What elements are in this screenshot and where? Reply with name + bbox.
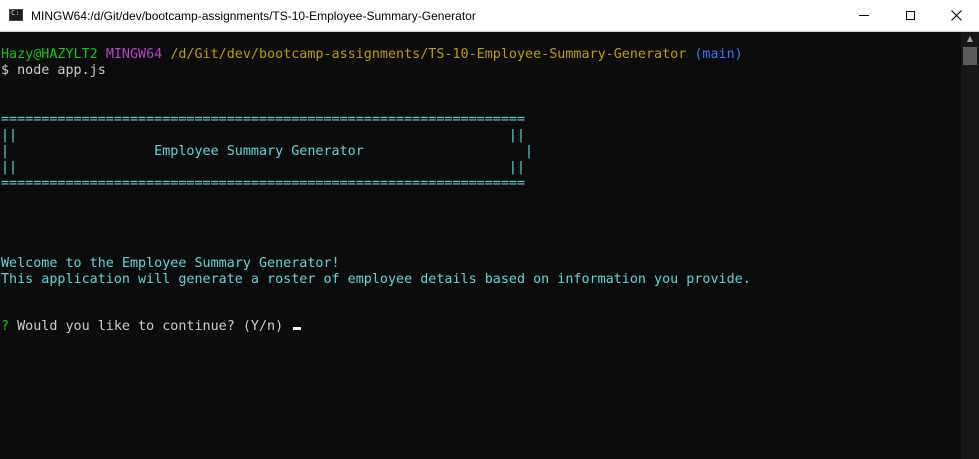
question-hint: (Y/n) <box>242 319 284 334</box>
command-line: $ node app.js <box>1 63 106 78</box>
title-bar: MINGW64:/d/Git/dev/bootcamp-assignments/… <box>0 0 979 32</box>
prompt-system: MINGW64 <box>105 47 163 62</box>
maximize-icon <box>905 11 915 20</box>
prompt-branch: (main) <box>694 47 743 62</box>
question-text: Would you like to continue? <box>17 319 235 334</box>
close-icon <box>950 10 962 21</box>
banner-pipe-top: || || <box>1 128 526 143</box>
banner-border-top: ========================================… <box>1 112 526 127</box>
continue-prompt: ? Would you like to continue? (Y/n) <box>1 319 302 335</box>
banner-pipe-bottom: || || <box>1 160 526 175</box>
welcome-message: Welcome to the Employee Summary Generato… <box>1 256 340 271</box>
terminal-icon[interactable] <box>9 9 23 21</box>
maximize-button[interactable] <box>887 0 933 31</box>
banner-border-bottom: ========================================… <box>1 176 526 191</box>
window-title: MINGW64:/d/Git/dev/bootcamp-assignments/… <box>31 9 476 23</box>
banner-title: | Employee Summary Generator | <box>1 144 534 159</box>
description-message: This application will generate a roster … <box>1 272 751 287</box>
prompt-path: /d/Git/dev/bootcamp-assignments/TS-10-Em… <box>170 47 687 62</box>
terminal-output[interactable]: Hazy@HAZYLT2 MINGW64 /d/Git/dev/bootcamp… <box>0 32 961 459</box>
scrollbar[interactable]: ▲ <box>961 32 979 459</box>
scroll-up-icon[interactable]: ▲ <box>961 32 979 46</box>
text-cursor[interactable] <box>293 327 302 330</box>
minimize-icon <box>859 15 869 16</box>
minimize-button[interactable] <box>841 0 887 31</box>
prompt-line: Hazy@HAZYLT2 MINGW64 /d/Git/dev/bootcamp… <box>1 47 743 63</box>
close-button[interactable] <box>933 0 979 31</box>
scroll-thumb[interactable] <box>963 47 977 65</box>
question-marker: ? <box>1 319 10 334</box>
prompt-user: Hazy@HAZYLT2 <box>1 47 98 62</box>
